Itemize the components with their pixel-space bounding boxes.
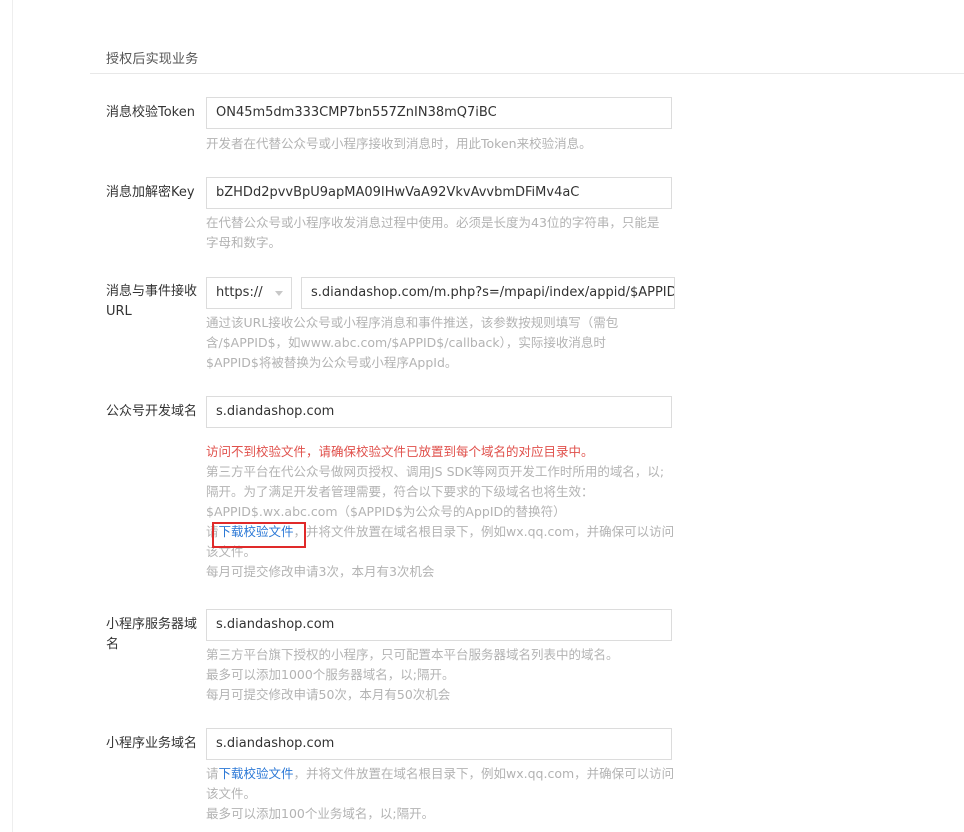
url-help-line: 含/$APPID$，如www.abc.com/$APPID$/callback）… [206, 335, 606, 350]
miniapp-server-help-line: 第三方平台旗下授权的小程序，只可配置本平台服务器域名列表中的域名。 [206, 647, 619, 662]
miniapp-server-help-line: 最多可以添加1000个服务器域名，以;隔开。 [206, 667, 455, 682]
url-input[interactable]: s.diandashop.com/m.php?s=/mpapi/index/ap… [301, 277, 675, 309]
miniapp-server-label: 小程序服务器域名 [106, 617, 198, 652]
mp-domain-input[interactable]: s.diandashop.com [206, 396, 672, 428]
token-input[interactable]: ON45m5dm333CMP7bn557ZnIN38mQ7iBC [206, 97, 672, 129]
miniapp-business-download-line-2: 该文件。 [206, 786, 257, 801]
mp-domain-help-line: $APPID$.wx.abc.com（$APPID$为公众号的AppID的替换符… [206, 504, 566, 519]
page-left-border [0, 0, 13, 832]
aeskey-input[interactable]: bZHDd2pvvBpU9apMA09IHwVaA92VkvAvvbmDFiMv… [206, 177, 672, 209]
highlight-box [212, 522, 306, 548]
download-suffix: ，并将文件放置在域名根目录下，例如wx.qq.com，并确保可以访问 [293, 766, 675, 781]
miniapp-business-quota: 最多可以添加100个业务域名，以;隔开。 [206, 806, 435, 821]
miniapp-business-label: 小程序业务域名 [106, 736, 198, 751]
miniapp-server-help-line: 每月可提交修改申请50次，本月有50次机会 [206, 687, 451, 702]
miniapp-business-download-line: 请下载校验文件，并将文件放置在域名根目录下，例如wx.qq.com，并确保可以访… [206, 764, 678, 784]
url-help-line: 通过该URL接收公众号或小程序消息和事件推送，该参数按规则填写（需包 [206, 315, 619, 330]
miniapp-business-help: 请下载校验文件，并将文件放置在域名根目录下，例如wx.qq.com，并确保可以访… [206, 764, 678, 824]
url-help-line: $APPID$将被替换为公众号或小程序AppId。 [206, 355, 458, 370]
download-suffix: ，并将文件放置在域名根目录下，例如wx.qq.com，并确保可以访问 [293, 524, 675, 539]
token-label: 消息校验Token [106, 105, 195, 120]
mp-domain-quota: 每月可提交修改申请3次，本月有3次机会 [206, 564, 435, 579]
download-verify-file-link[interactable]: 下载校验文件 [219, 766, 294, 781]
mp-domain-help-line: 第三方平台在代公众号做网页授权、调用JS SDK等网页开发工作时所用的域名，以; [206, 464, 665, 479]
token-help: 开发者在代替公众号或小程序接收到消息时，用此Token来校验消息。 [206, 136, 592, 151]
mp-domain-error: 访问不到校验文件，请确保校验文件已放置到每个域名的对应目录中。 [206, 444, 594, 459]
miniapp-server-input[interactable]: s.diandashop.com [206, 609, 672, 641]
mp-domain-label: 公众号开发域名 [106, 404, 198, 419]
section-title: 授权后实现业务 [106, 52, 199, 67]
miniapp-business-input[interactable]: s.diandashop.com [206, 728, 672, 760]
section-divider [90, 73, 964, 74]
mp-domain-help: 访问不到校验文件，请确保校验文件已放置到每个域名的对应目录中。 第三方平台在代公… [206, 442, 678, 582]
aeskey-label: 消息加解密Key [106, 185, 195, 200]
url-label: 消息与事件接收URL [106, 284, 198, 319]
protocol-value: https:// [216, 285, 263, 300]
aeskey-help: 在代替公众号或小程序收发消息过程中使用。必须是长度为43位的字符串，只能是 字母… [206, 213, 678, 253]
url-help: 通过该URL接收公众号或小程序消息和事件推送，该参数按规则填写（需包 含/$AP… [206, 313, 678, 373]
mp-domain-help-line: 隔开。为了满足开发者管理需要，符合以下要求的下级域名也将生效： [206, 484, 594, 499]
protocol-select[interactable]: https:// [206, 277, 292, 309]
download-prefix: 请 [206, 766, 219, 781]
chevron-down-icon [275, 291, 283, 296]
miniapp-server-help: 第三方平台旗下授权的小程序，只可配置本平台服务器域名列表中的域名。 最多可以添加… [206, 645, 678, 705]
aeskey-help-line: 在代替公众号或小程序收发消息过程中使用。必须是长度为43位的字符串，只能是 [206, 215, 660, 230]
aeskey-help-line: 字母和数字。 [206, 235, 282, 250]
